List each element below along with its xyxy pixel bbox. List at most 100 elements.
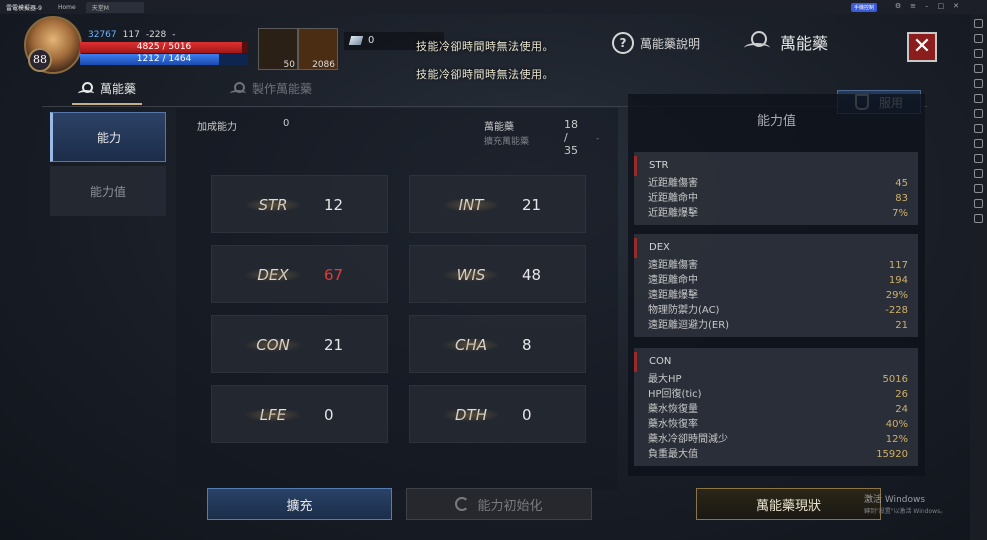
expand-range: 擴充萬能藥 - bbox=[484, 134, 599, 147]
stat-box-con[interactable]: CON 21 bbox=[211, 315, 388, 373]
menu-icon[interactable]: ≡ bbox=[910, 2, 916, 10]
stat-detail-row: 藥水冷卻時間減少 12% bbox=[634, 432, 918, 447]
tab-game[interactable]: 天堂M bbox=[85, 1, 144, 13]
bonus-label: 加成能力 bbox=[197, 122, 237, 133]
stat-box-str[interactable]: STR 12 bbox=[211, 175, 388, 233]
stat-name: DTH bbox=[436, 386, 506, 444]
nav-stats[interactable]: 能力值 bbox=[50, 166, 166, 216]
stat-detail-value: 24 bbox=[895, 404, 908, 415]
stat-box-lfe[interactable]: LFE 0 bbox=[211, 385, 388, 443]
stat-detail-row: 藥水恢復量 24 bbox=[634, 402, 918, 417]
stat-detail-value: 12% bbox=[885, 434, 908, 445]
stat-detail-row: 近距離命中 83 bbox=[634, 191, 918, 206]
stat-value: 21 bbox=[522, 196, 542, 214]
stat-value: 0 bbox=[324, 406, 334, 424]
stat-detail-value: 29% bbox=[885, 290, 908, 301]
hud-stats: 32767 117 -228 - bbox=[88, 30, 176, 40]
stat-detail-label: 近距離傷害 bbox=[648, 178, 698, 189]
stat-detail-value: 45 bbox=[895, 178, 908, 189]
stat-detail-row: 物理防禦力(AC) -228 bbox=[634, 303, 918, 318]
elixir-status-button[interactable]: 萬能藥現狀 bbox=[696, 488, 881, 520]
help-button[interactable]: ? 萬能藥說明 bbox=[612, 32, 700, 54]
toolbar-icon[interactable] bbox=[974, 199, 983, 208]
title-text: 萬能藥 bbox=[780, 34, 829, 53]
minimize-icon[interactable]: – bbox=[925, 2, 929, 10]
stat-box-cha[interactable]: CHA 8 bbox=[409, 315, 586, 373]
stat-box-int[interactable]: INT 21 bbox=[409, 175, 586, 233]
reset-ability-button[interactable]: 能力初始化 bbox=[406, 488, 592, 520]
stat-detail-label: 藥水恢復率 bbox=[648, 419, 698, 430]
elixir-count-value: 18 / 35 bbox=[564, 118, 578, 157]
toolbar-icon[interactable] bbox=[974, 214, 983, 223]
toolbar-icon[interactable] bbox=[974, 109, 983, 118]
stat-detail-label: 近距離命中 bbox=[648, 193, 698, 204]
toolbar-icon[interactable] bbox=[974, 184, 983, 193]
toolbar-icon[interactable] bbox=[974, 49, 983, 58]
stat-name: STR bbox=[238, 176, 308, 234]
stat-value: 8 bbox=[522, 336, 532, 354]
toolbar-icon[interactable] bbox=[974, 124, 983, 133]
stat-detail-label: 近距離爆擊 bbox=[648, 208, 698, 219]
maximize-icon[interactable]: □ bbox=[938, 2, 945, 10]
stat-name: CON bbox=[238, 316, 308, 374]
stat-detail-value: 15920 bbox=[876, 449, 908, 460]
stat-box-dth[interactable]: DTH 0 bbox=[409, 385, 586, 443]
stat-detail-value: 83 bbox=[895, 193, 908, 204]
close-window-icon[interactable]: ✕ bbox=[953, 2, 959, 10]
stat-box-dex[interactable]: DEX 67 bbox=[211, 245, 388, 303]
settings-icon[interactable]: ⚙ bbox=[895, 2, 901, 10]
tab-elixir[interactable]: 萬能藥 bbox=[71, 80, 143, 105]
stat-box-wis[interactable]: WIS 48 bbox=[409, 245, 586, 303]
promo-badge[interactable]: 手機控制 bbox=[850, 3, 877, 12]
reset-label: 能力初始化 bbox=[477, 498, 543, 514]
emulator-titlebar: 雷電模擬器-9 Home 天堂M 手機控制 ⚙ ≡ – □ ✕ bbox=[0, 0, 987, 14]
stat-b: -228 bbox=[145, 30, 167, 40]
stat-detail-row: 遠距離迴避力(ER) 21 bbox=[634, 318, 918, 333]
buff1-count: 50 bbox=[283, 60, 295, 70]
expand-button[interactable]: 擴充 bbox=[207, 488, 392, 520]
section-header: STR bbox=[634, 156, 918, 176]
toolbar-icon[interactable] bbox=[974, 139, 983, 148]
stat-value: 21 bbox=[324, 336, 344, 354]
elixir-emblem-icon bbox=[744, 31, 770, 53]
stat-detail-label: 藥水冷卻時間減少 bbox=[648, 434, 728, 445]
buff-slot-1[interactable]: 50 bbox=[258, 28, 298, 70]
tab-home[interactable]: Home bbox=[52, 2, 82, 13]
nav-ability[interactable]: 能力 bbox=[50, 112, 166, 162]
stat-detail-label: 負重最大值 bbox=[648, 449, 698, 460]
toolbar-icon[interactable] bbox=[974, 79, 983, 88]
stat-detail-value: 40% bbox=[885, 419, 908, 430]
toolbar-icon[interactable] bbox=[974, 169, 983, 178]
elixir-count-label: 萬能藥 bbox=[484, 122, 514, 133]
toolbar-icon[interactable] bbox=[974, 34, 983, 43]
stat-detail-label: 遠距離爆擊 bbox=[648, 290, 698, 301]
stat-section-dex: DEX 遠距離傷害 117 遠距離命中 194 遠距離爆擊 29% 物理防禦力(AC) -228… bbox=[634, 234, 918, 337]
watermark-line2: 轉到"設置"以激活 Windows。 bbox=[864, 508, 947, 515]
cooldown-warning-1: 技能冷卻時間時無法使用。 bbox=[416, 40, 554, 53]
status-label: 萬能藥現狀 bbox=[755, 498, 821, 514]
toolbar-icon[interactable] bbox=[974, 64, 983, 73]
toolbar-icon[interactable] bbox=[974, 94, 983, 103]
stat-c: - bbox=[172, 30, 176, 40]
close-button[interactable]: ✕ bbox=[907, 32, 937, 62]
stat-detail-label: 遠距離傷害 bbox=[648, 260, 698, 271]
stat-detail-value: 117 bbox=[888, 260, 908, 271]
crystal-icon bbox=[348, 36, 364, 45]
hud: 88 32767 117 -228 - 4825 / 5016 1212 / 1… bbox=[0, 14, 970, 81]
tab-craft-elixir[interactable]: 製作萬能藥 bbox=[230, 80, 312, 97]
stat-detail-label: 物理防禦力(AC) bbox=[648, 305, 720, 316]
expand-range-value: - bbox=[596, 134, 600, 144]
toolbar-icon[interactable] bbox=[974, 19, 983, 28]
mp-text: 1212 / 1464 bbox=[136, 54, 192, 64]
toolbar-icon[interactable] bbox=[974, 154, 983, 163]
windows-watermark: 激活 Windows 轉到"設置"以激活 Windows。 bbox=[864, 495, 946, 517]
character-level: 88 bbox=[28, 48, 52, 72]
side-nav: 能力 能力值 bbox=[50, 112, 166, 220]
stat-detail-value: 21 bbox=[895, 320, 908, 331]
stat-name: WIS bbox=[436, 246, 506, 304]
buff-slot-2[interactable]: 2086 bbox=[298, 28, 338, 70]
stat-detail-value: -228 bbox=[885, 305, 908, 316]
window-title: 萬能藥 bbox=[744, 30, 828, 54]
stat-detail-row: 遠距離傷害 117 bbox=[634, 258, 918, 273]
section-header: DEX bbox=[634, 238, 918, 258]
